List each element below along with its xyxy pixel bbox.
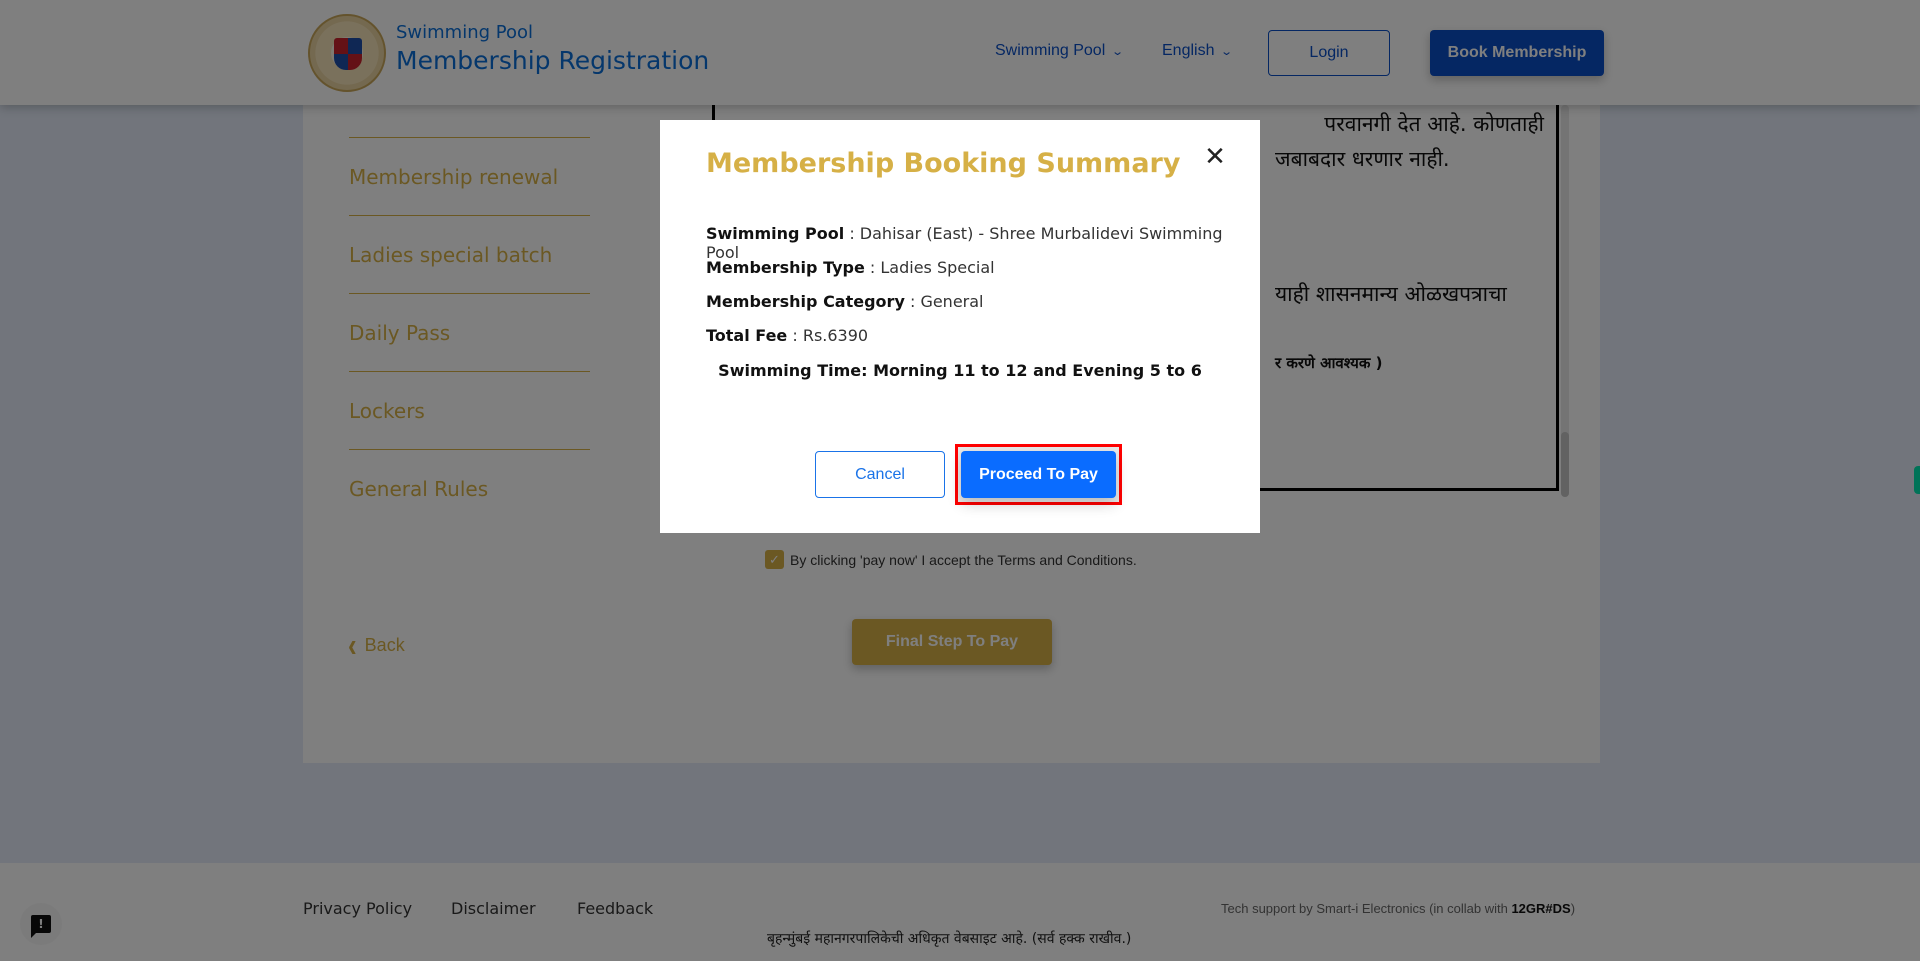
summary-separator: :: [787, 326, 803, 345]
summary-row-swimming-pool: Swimming Pool : Dahisar (East) - Shree M…: [706, 224, 1260, 262]
summary-value: Rs.6390: [802, 326, 869, 345]
summary-separator: :: [844, 224, 860, 243]
summary-row-total-fee: Total Fee : Rs.6390: [706, 326, 868, 345]
cancel-button[interactable]: Cancel: [815, 451, 945, 498]
summary-value: Ladies Special: [880, 258, 995, 277]
summary-value: General: [920, 292, 984, 311]
booking-summary-modal: Membership Booking Summary ✕ Swimming Po…: [660, 120, 1260, 533]
summary-row-membership-type: Membership Type : Ladies Special: [706, 258, 995, 277]
summary-label: Total Fee: [706, 326, 788, 345]
proceed-to-pay-button[interactable]: Proceed To Pay: [961, 451, 1116, 498]
swimming-time: Swimming Time: Morning 11 to 12 and Even…: [718, 361, 1202, 380]
summary-label: Membership Category: [706, 292, 905, 311]
close-icon[interactable]: ✕: [1202, 144, 1228, 170]
summary-separator: :: [864, 258, 881, 277]
summary-row-membership-category: Membership Category : General: [706, 292, 984, 311]
modal-title: Membership Booking Summary: [706, 148, 1181, 179]
summary-separator: :: [904, 292, 921, 311]
summary-label: Membership Type: [706, 258, 865, 277]
summary-label: Swimming Pool: [706, 224, 845, 243]
